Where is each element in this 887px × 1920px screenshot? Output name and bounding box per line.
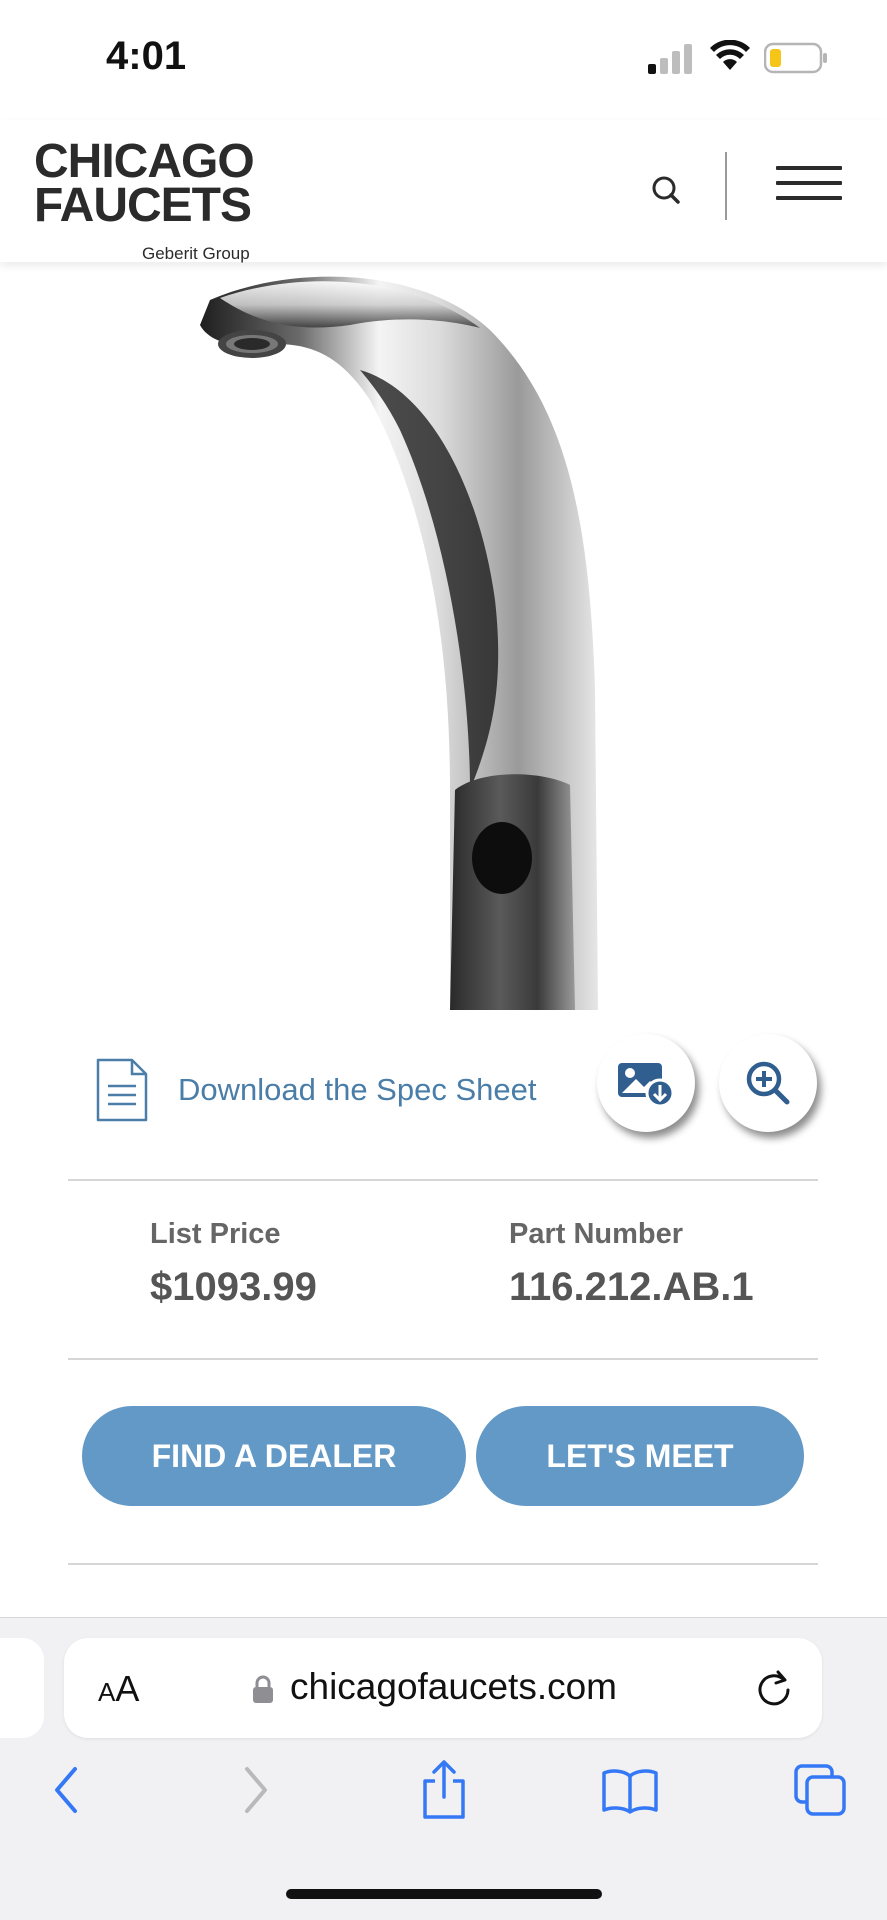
logo-subtitle: Geberit Group (142, 244, 250, 263)
aa-big: A (115, 1668, 140, 1709)
forward-button[interactable] (226, 1760, 286, 1820)
share-icon (423, 1760, 465, 1819)
book-icon (602, 1769, 658, 1814)
status-time: 4:01 (106, 34, 187, 78)
logo-line-2: FAUCETS (34, 179, 252, 232)
previous-tab-peek[interactable] (0, 1638, 44, 1738)
list-price-label: List Price (150, 1218, 281, 1250)
image-download-icon (618, 1063, 675, 1107)
header-divider (725, 152, 727, 220)
list-price-value: $1093.99 (150, 1265, 317, 1309)
home-indicator[interactable] (286, 1889, 602, 1899)
divider (68, 1358, 818, 1360)
list-price-block: List Price $1093.99 (150, 1218, 317, 1310)
status-bar: 4:01 (0, 0, 887, 120)
cellular-signal-icon (648, 44, 692, 74)
part-number-label: Part Number (509, 1218, 684, 1250)
back-button[interactable] (36, 1760, 96, 1820)
zoom-in-icon (746, 1061, 790, 1105)
spec-sheet-row: Download the Spec Sheet (0, 1030, 887, 1150)
part-number-block: Part Number 116.212.AB.1 (509, 1218, 754, 1310)
divider (68, 1179, 818, 1181)
tabs-button[interactable] (790, 1760, 850, 1820)
chevron-right-icon (245, 1767, 267, 1813)
chicago-faucets-logo[interactable]: CHICAGO FAUCETS Geberit Group (34, 135, 264, 264)
share-button[interactable] (414, 1760, 474, 1820)
document-icon[interactable] (96, 1058, 148, 1122)
battery-low-icon (764, 42, 827, 74)
divider (68, 1563, 818, 1565)
search-icon[interactable] (646, 168, 686, 212)
tabs-icon (794, 1764, 846, 1816)
part-number-value: 116.212.AB.1 (509, 1265, 754, 1309)
find-dealer-button[interactable]: FIND A DEALER (82, 1406, 466, 1506)
faucet-product-image[interactable] (150, 270, 710, 1015)
image-download-button[interactable] (597, 1034, 695, 1132)
lets-meet-button[interactable]: LET'S MEET (476, 1406, 804, 1506)
hamburger-menu-icon[interactable] (776, 166, 842, 206)
zoom-button[interactable] (719, 1034, 817, 1132)
lock-icon (253, 1675, 273, 1703)
site-header: CHICAGO FAUCETS Geberit Group (0, 120, 887, 264)
browser-toolbar: AA chicagofaucets.com (0, 1617, 887, 1920)
download-spec-sheet-link[interactable]: Download the Spec Sheet (178, 1072, 536, 1108)
logo-line-1: CHICAGO (34, 135, 255, 188)
wifi-icon (710, 40, 750, 70)
aa-small: A (98, 1677, 116, 1707)
bookmarks-button[interactable] (600, 1760, 660, 1820)
address-bar[interactable]: AA chicagofaucets.com (64, 1638, 822, 1738)
reload-icon[interactable] (754, 1668, 794, 1708)
reader-text-size-button[interactable]: AA (98, 1668, 139, 1710)
url-text: chicagofaucets.com (290, 1666, 618, 1707)
chevron-left-icon (55, 1767, 77, 1813)
